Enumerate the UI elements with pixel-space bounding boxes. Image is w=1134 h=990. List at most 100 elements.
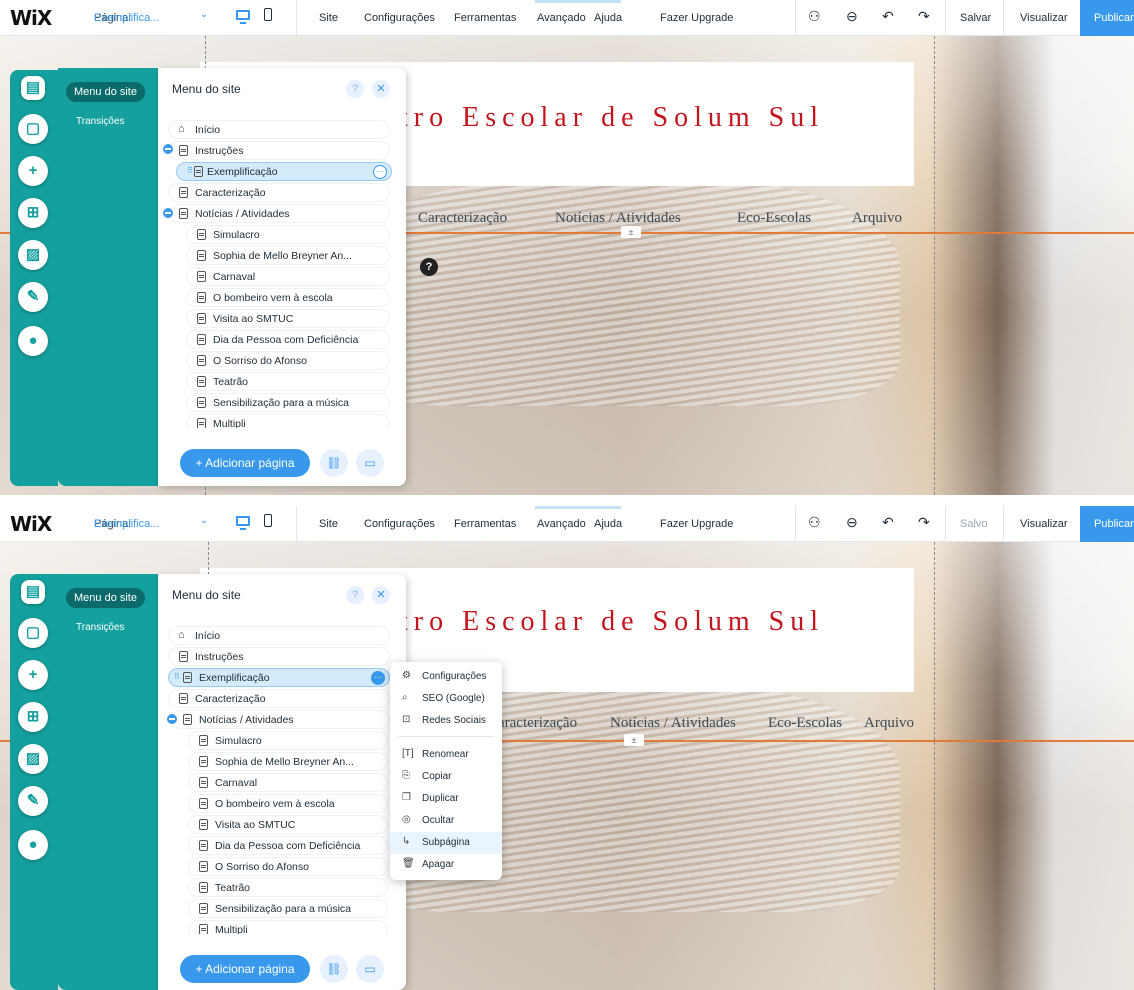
publish-button[interactable]: Publicar (1080, 0, 1134, 36)
page-item-smtuc[interactable]: Visita ao SMTUC (186, 309, 390, 328)
ctx-renomear[interactable]: [T] Renomear (390, 744, 502, 766)
mobile-view-icon[interactable] (264, 514, 272, 527)
link-icon[interactable]: ⛓ (320, 955, 348, 983)
menu-site[interactable]: Site (319, 518, 338, 530)
menu-settings[interactable]: Configurações (364, 518, 435, 530)
add-icon[interactable]: + (18, 660, 48, 690)
pages-icon[interactable]: ▤ (21, 76, 45, 100)
page-item-sensibilizacao[interactable]: Sensibilização para a música (186, 393, 390, 412)
tab-site-menu[interactable]: Menu do site (66, 82, 145, 102)
blog-icon[interactable]: ✎ (18, 282, 48, 312)
tab-transitions[interactable]: Transições (76, 622, 125, 633)
page-item-sensibilizacao[interactable]: Sensibilização para a música (188, 899, 388, 918)
add-page-button[interactable]: + Adicionar página (180, 955, 310, 983)
more-options-icon[interactable]: ··· (371, 671, 385, 685)
pages-icon[interactable]: ▤ (21, 580, 45, 604)
menu-upgrade[interactable]: Fazer Upgrade (660, 518, 733, 530)
page-item-caracterizacao[interactable]: Caracterização (168, 183, 390, 202)
nav-item-eco-escolas[interactable]: Eco-Escolas (768, 715, 842, 732)
ctx-ocultar[interactable]: ◎ Ocultar (390, 810, 502, 832)
more-options-icon[interactable]: ··· (373, 165, 387, 179)
folder-icon[interactable]: ▭ (356, 955, 384, 983)
preview-button[interactable]: Visualizar (1020, 518, 1068, 530)
close-icon[interactable]: ✕ (372, 586, 390, 604)
page-item-caracterizacao[interactable]: Caracterização (168, 689, 390, 708)
blog-icon[interactable]: ✎ (18, 786, 48, 816)
menu-tools[interactable]: Ferramentas (454, 12, 516, 24)
collapse-toggle[interactable] (163, 208, 173, 218)
tab-site-menu[interactable]: Menu do site (66, 588, 145, 608)
add-icon[interactable]: + (18, 156, 48, 186)
nav-item-caracterizacao[interactable]: aracterização (498, 715, 577, 732)
help-badge[interactable]: ? (420, 258, 438, 276)
desktop-view-icon[interactable] (236, 516, 250, 530)
nav-item-arquivo[interactable]: Arquivo (864, 715, 914, 732)
redo-icon[interactable]: ↷ (918, 8, 930, 25)
page-item-sophia[interactable]: Sophia de Mello Breyner An... (186, 246, 390, 265)
strip-anchor-handle[interactable]: ± (621, 226, 641, 238)
page-item-smtuc[interactable]: Visita ao SMTUC (188, 815, 388, 834)
publish-button[interactable]: Publicar (1080, 506, 1134, 542)
menu-advanced[interactable]: Avançado (537, 518, 586, 530)
help-icon[interactable]: ? (346, 586, 364, 604)
app-market-icon[interactable]: ⊞ (18, 702, 48, 732)
save-button[interactable]: Salvar (960, 12, 991, 24)
page-item-simulacro[interactable]: Simulacro (188, 731, 388, 750)
close-icon[interactable]: ✕ (372, 80, 390, 98)
page-item-dia-pessoa[interactable]: Dia da Pessoa com Deficiência (186, 330, 390, 349)
app-market-icon[interactable]: ⊞ (18, 198, 48, 228)
page-item-bombeiro[interactable]: O bombeiro vem à escola (186, 288, 390, 307)
page-item-noticias[interactable]: Notícias / Atividades (168, 204, 390, 223)
tab-transitions[interactable]: Transições (76, 116, 125, 127)
menu-help[interactable]: Ajuda (594, 12, 622, 24)
ctx-copiar[interactable]: ⎘ Copiar (390, 766, 502, 788)
nav-item-caracterizacao[interactable]: Caracterização (418, 210, 507, 227)
page-item-inicio[interactable]: ⌂ Início (168, 120, 390, 139)
page-item-carnaval[interactable]: Carnaval (186, 267, 390, 286)
add-page-button[interactable]: + Adicionar página (180, 449, 310, 477)
site-title[interactable]: tro Escolar de Solum Sul (400, 606, 824, 638)
chevron-down-icon[interactable]: ⌄ (200, 9, 208, 20)
nav-item-arquivo[interactable]: Arquivo (852, 210, 902, 227)
page-item-sorriso[interactable]: O Sorriso do Afonso (188, 857, 388, 876)
drag-handle-icon[interactable]: ⠿ (187, 166, 193, 175)
link-icon[interactable]: ⛓ (320, 449, 348, 477)
media-icon[interactable]: ▨ (18, 744, 48, 774)
page-item-teatrao[interactable]: Teatrão (188, 878, 388, 897)
ctx-configuracoes[interactable]: ⚙ Configurações (390, 666, 502, 688)
site-title[interactable]: tro Escolar de Solum Sul (400, 102, 824, 134)
menu-advanced[interactable]: Avançado (537, 12, 586, 24)
mobile-view-icon[interactable] (264, 8, 272, 21)
ctx-seo[interactable]: ⌕ SEO (Google) (390, 688, 502, 710)
ctx-apagar[interactable]: 🗑 Apagar (390, 854, 502, 876)
chat-icon[interactable]: ● (18, 326, 48, 356)
page-item-sophia[interactable]: Sophia de Mello Breyner An... (188, 752, 388, 771)
ctx-duplicar[interactable]: ❐ Duplicar (390, 788, 502, 810)
redo-icon[interactable]: ↷ (918, 514, 930, 531)
nav-item-eco-escolas[interactable]: Eco-Escolas (737, 210, 811, 227)
page-item-carnaval[interactable]: Carnaval (188, 773, 388, 792)
page-item-multipli[interactable]: Multipli (186, 414, 390, 428)
page-item-exemplificacao[interactable]: ⠿ Exemplificação ··· (168, 668, 390, 687)
undo-icon[interactable]: ↶ (882, 514, 894, 531)
background-icon[interactable]: ▢ (18, 114, 48, 144)
menu-tools[interactable]: Ferramentas (454, 518, 516, 530)
background-icon[interactable]: ▢ (18, 618, 48, 648)
collaborators-icon[interactable]: ⚇ (808, 514, 821, 531)
ctx-redes-sociais[interactable]: ⊡ Redes Sociais (390, 710, 502, 732)
drag-handle-icon[interactable]: ⠿ (174, 672, 180, 681)
strip-anchor-handle[interactable]: ± (624, 734, 644, 746)
page-item-exemplificacao[interactable]: ⠿ Exemplificação ··· (176, 162, 392, 181)
page-item-teatrao[interactable]: Teatrão (186, 372, 390, 391)
page-item-instrucoes[interactable]: Instruções (168, 647, 390, 666)
page-item-simulacro[interactable]: Simulacro (186, 225, 390, 244)
media-icon[interactable]: ▨ (18, 240, 48, 270)
page-item-sorriso[interactable]: O Sorriso do Afonso (186, 351, 390, 370)
page-item-noticias[interactable]: Notícias / Atividades (172, 710, 390, 729)
menu-site[interactable]: Site (319, 12, 338, 24)
ctx-subpagina[interactable]: ↳ Subpágina (390, 832, 502, 854)
chat-icon[interactable]: ● (18, 830, 48, 860)
page-item-dia-pessoa[interactable]: Dia da Pessoa com Deficiência (188, 836, 388, 855)
folder-icon[interactable]: ▭ (356, 449, 384, 477)
collapse-toggle[interactable] (167, 714, 177, 724)
